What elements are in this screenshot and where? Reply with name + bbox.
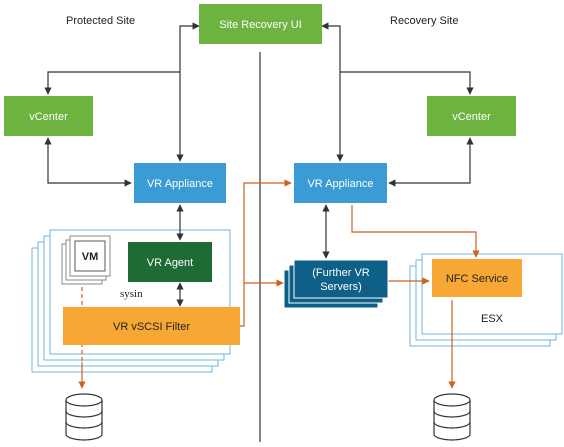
vr-agent-box: VR Agent xyxy=(128,242,212,282)
vsphere-replication-diagram: Protected Site Recovery Site Site Recove… xyxy=(4,4,563,442)
esx-label: ESX xyxy=(481,313,504,325)
vcenter-left-box: vCenter xyxy=(4,96,93,136)
svg-text:VR Agent: VR Agent xyxy=(147,257,193,269)
svg-text:vCenter: vCenter xyxy=(452,111,491,123)
recovery-site-label: Recovery Site xyxy=(390,15,458,27)
svg-text:VM: VM xyxy=(82,251,99,263)
vr-appliance-left-box: VR Appliance xyxy=(134,163,226,203)
svg-text:(Further VR: (Further VR xyxy=(312,267,370,279)
site-recovery-ui-box: Site Recovery UI xyxy=(199,4,322,44)
datastore-right-icon xyxy=(433,393,471,441)
svg-text:NFC Service: NFC Service xyxy=(446,273,508,285)
svg-text:Site Recovery UI: Site Recovery UI xyxy=(219,19,302,31)
datastore-left-icon xyxy=(65,393,103,441)
svg-text:VR vSCSI Filter: VR vSCSI Filter xyxy=(113,321,190,333)
svg-text:Servers): Servers) xyxy=(320,281,362,293)
svg-text:VR Appliance: VR Appliance xyxy=(307,178,373,190)
vm-icon: VM xyxy=(61,235,111,285)
svg-text:VR Appliance: VR Appliance xyxy=(147,178,213,190)
svg-text:vCenter: vCenter xyxy=(29,111,68,123)
sysin-label: sysin xyxy=(120,288,143,300)
vr-vscsi-filter-box: VR vSCSI Filter xyxy=(63,307,240,345)
further-vr-servers-box: (Further VR Servers) xyxy=(283,259,389,309)
protected-site-label: Protected Site xyxy=(66,15,135,27)
nfc-service-box: NFC Service xyxy=(432,259,522,297)
vcenter-right-box: vCenter xyxy=(427,96,516,136)
vr-appliance-right-box: VR Appliance xyxy=(294,163,387,203)
